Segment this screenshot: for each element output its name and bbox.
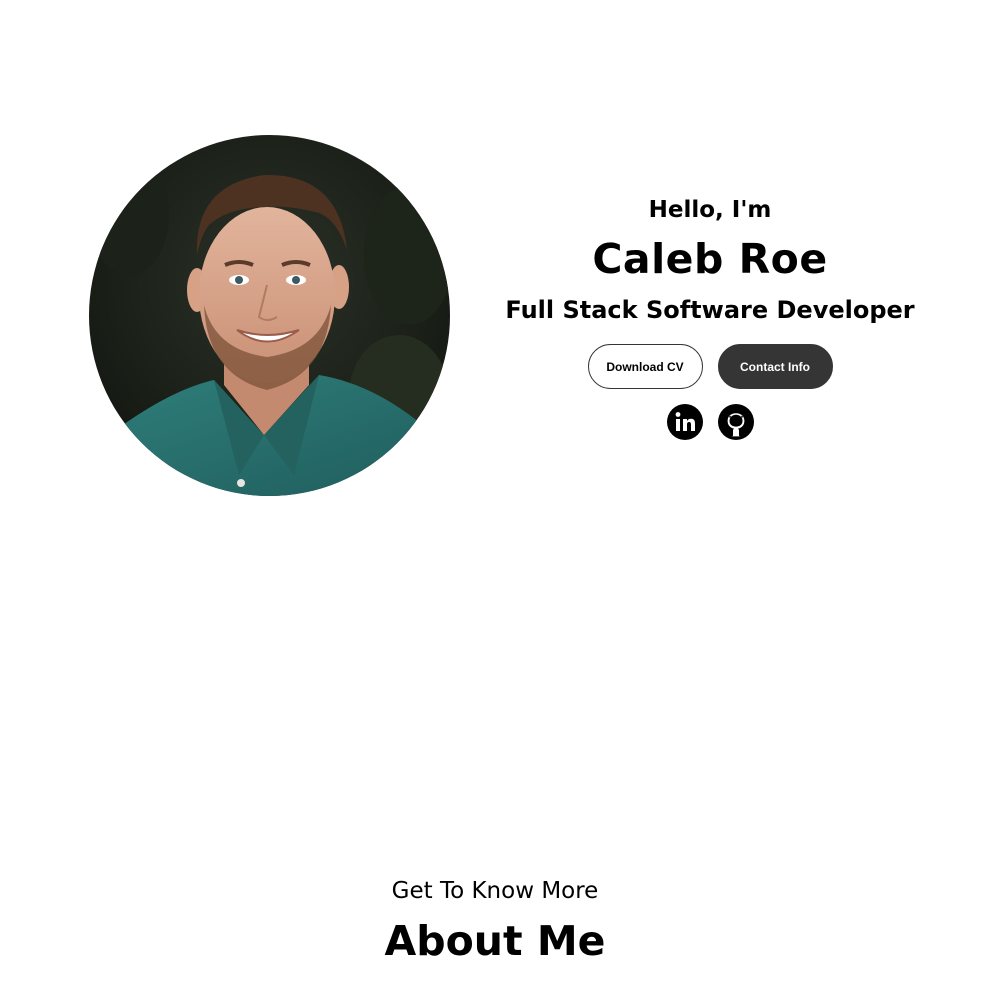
download-cv-button[interactable]: Download CV: [587, 344, 703, 389]
social-links: [470, 404, 950, 440]
hero-button-row: Download CV Contact Info: [470, 344, 950, 389]
about-title: About Me: [384, 917, 606, 965]
job-title: Full Stack Software Developer: [505, 296, 915, 324]
profile-photo: [89, 135, 450, 496]
contact-info-button[interactable]: Contact Info: [717, 344, 833, 389]
portfolio-page: Hello, I'm Caleb Roe Full Stack Software…: [0, 0, 1003, 1003]
greeting-text: Hello, I'm: [648, 197, 772, 223]
github-icon[interactable]: [717, 404, 754, 440]
person-name: Caleb Roe: [592, 235, 828, 283]
about-subtitle: Get To Know More: [391, 878, 599, 904]
about-section: Get To Know More About Me: [0, 870, 990, 970]
hero-text-block: Hello, I'm Caleb Roe Full Stack Software…: [470, 190, 950, 440]
linkedin-icon[interactable]: [666, 404, 703, 440]
